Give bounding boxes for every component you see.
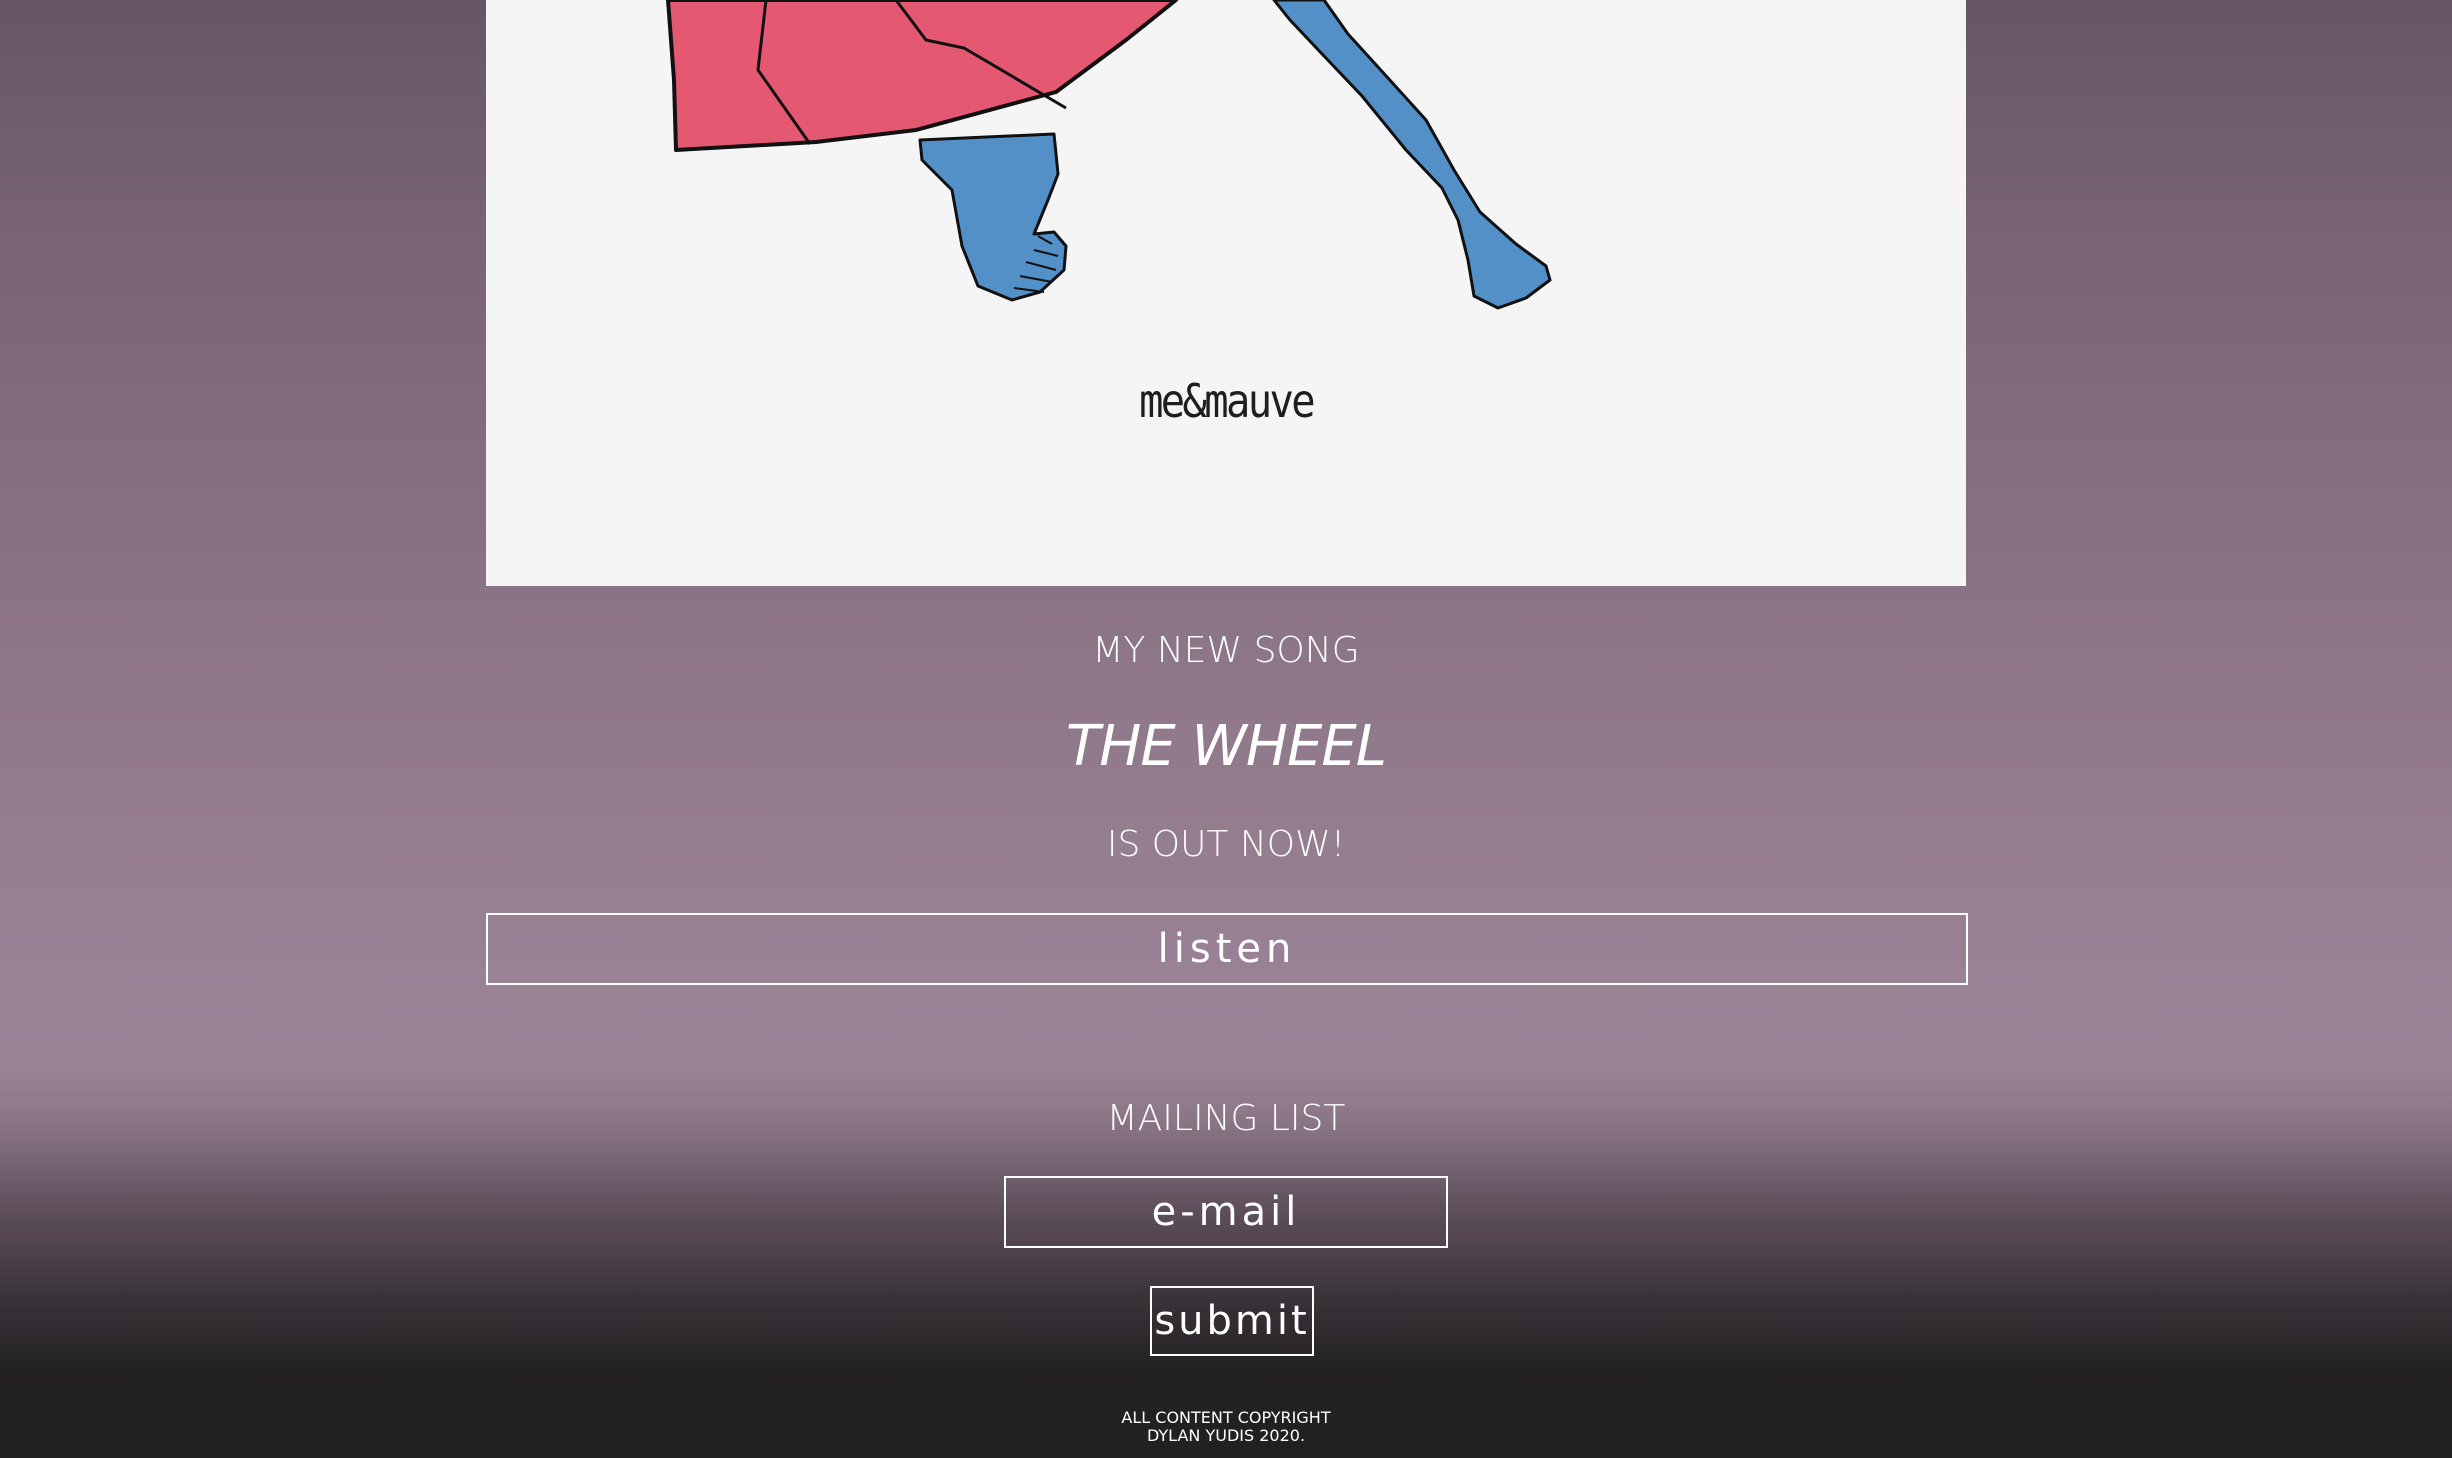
song-title: THE WHEEL	[1066, 714, 1387, 779]
listen-button[interactable]: listen	[486, 913, 1968, 985]
copyright-line-1: ALL CONTENT COPYRIGHT	[1121, 1408, 1331, 1427]
artwork-illustration	[666, 0, 1552, 310]
copyright-line-2: DYLAN YUDIS 2020.	[1146, 1426, 1306, 1445]
copyright-footer: ALL CONTENT COPYRIGHT DYLAN YUDIS 2020.	[0, 1409, 2452, 1445]
coat-shape	[666, 0, 1178, 152]
artist-wordmark: me&mauve	[1139, 374, 1315, 428]
submit-button[interactable]: submit	[1150, 1286, 1314, 1356]
right-leg	[1272, 0, 1552, 310]
mailing-list-title: MAILING LIST	[1106, 1098, 1346, 1139]
album-artwork: me&mauve	[486, 0, 1966, 586]
headline-my-new-song: MY NEW SONG	[1092, 630, 1360, 671]
headline-out-now: IS OUT NOW!	[1106, 824, 1346, 865]
email-field[interactable]	[1004, 1176, 1448, 1248]
left-foot	[918, 132, 1068, 302]
